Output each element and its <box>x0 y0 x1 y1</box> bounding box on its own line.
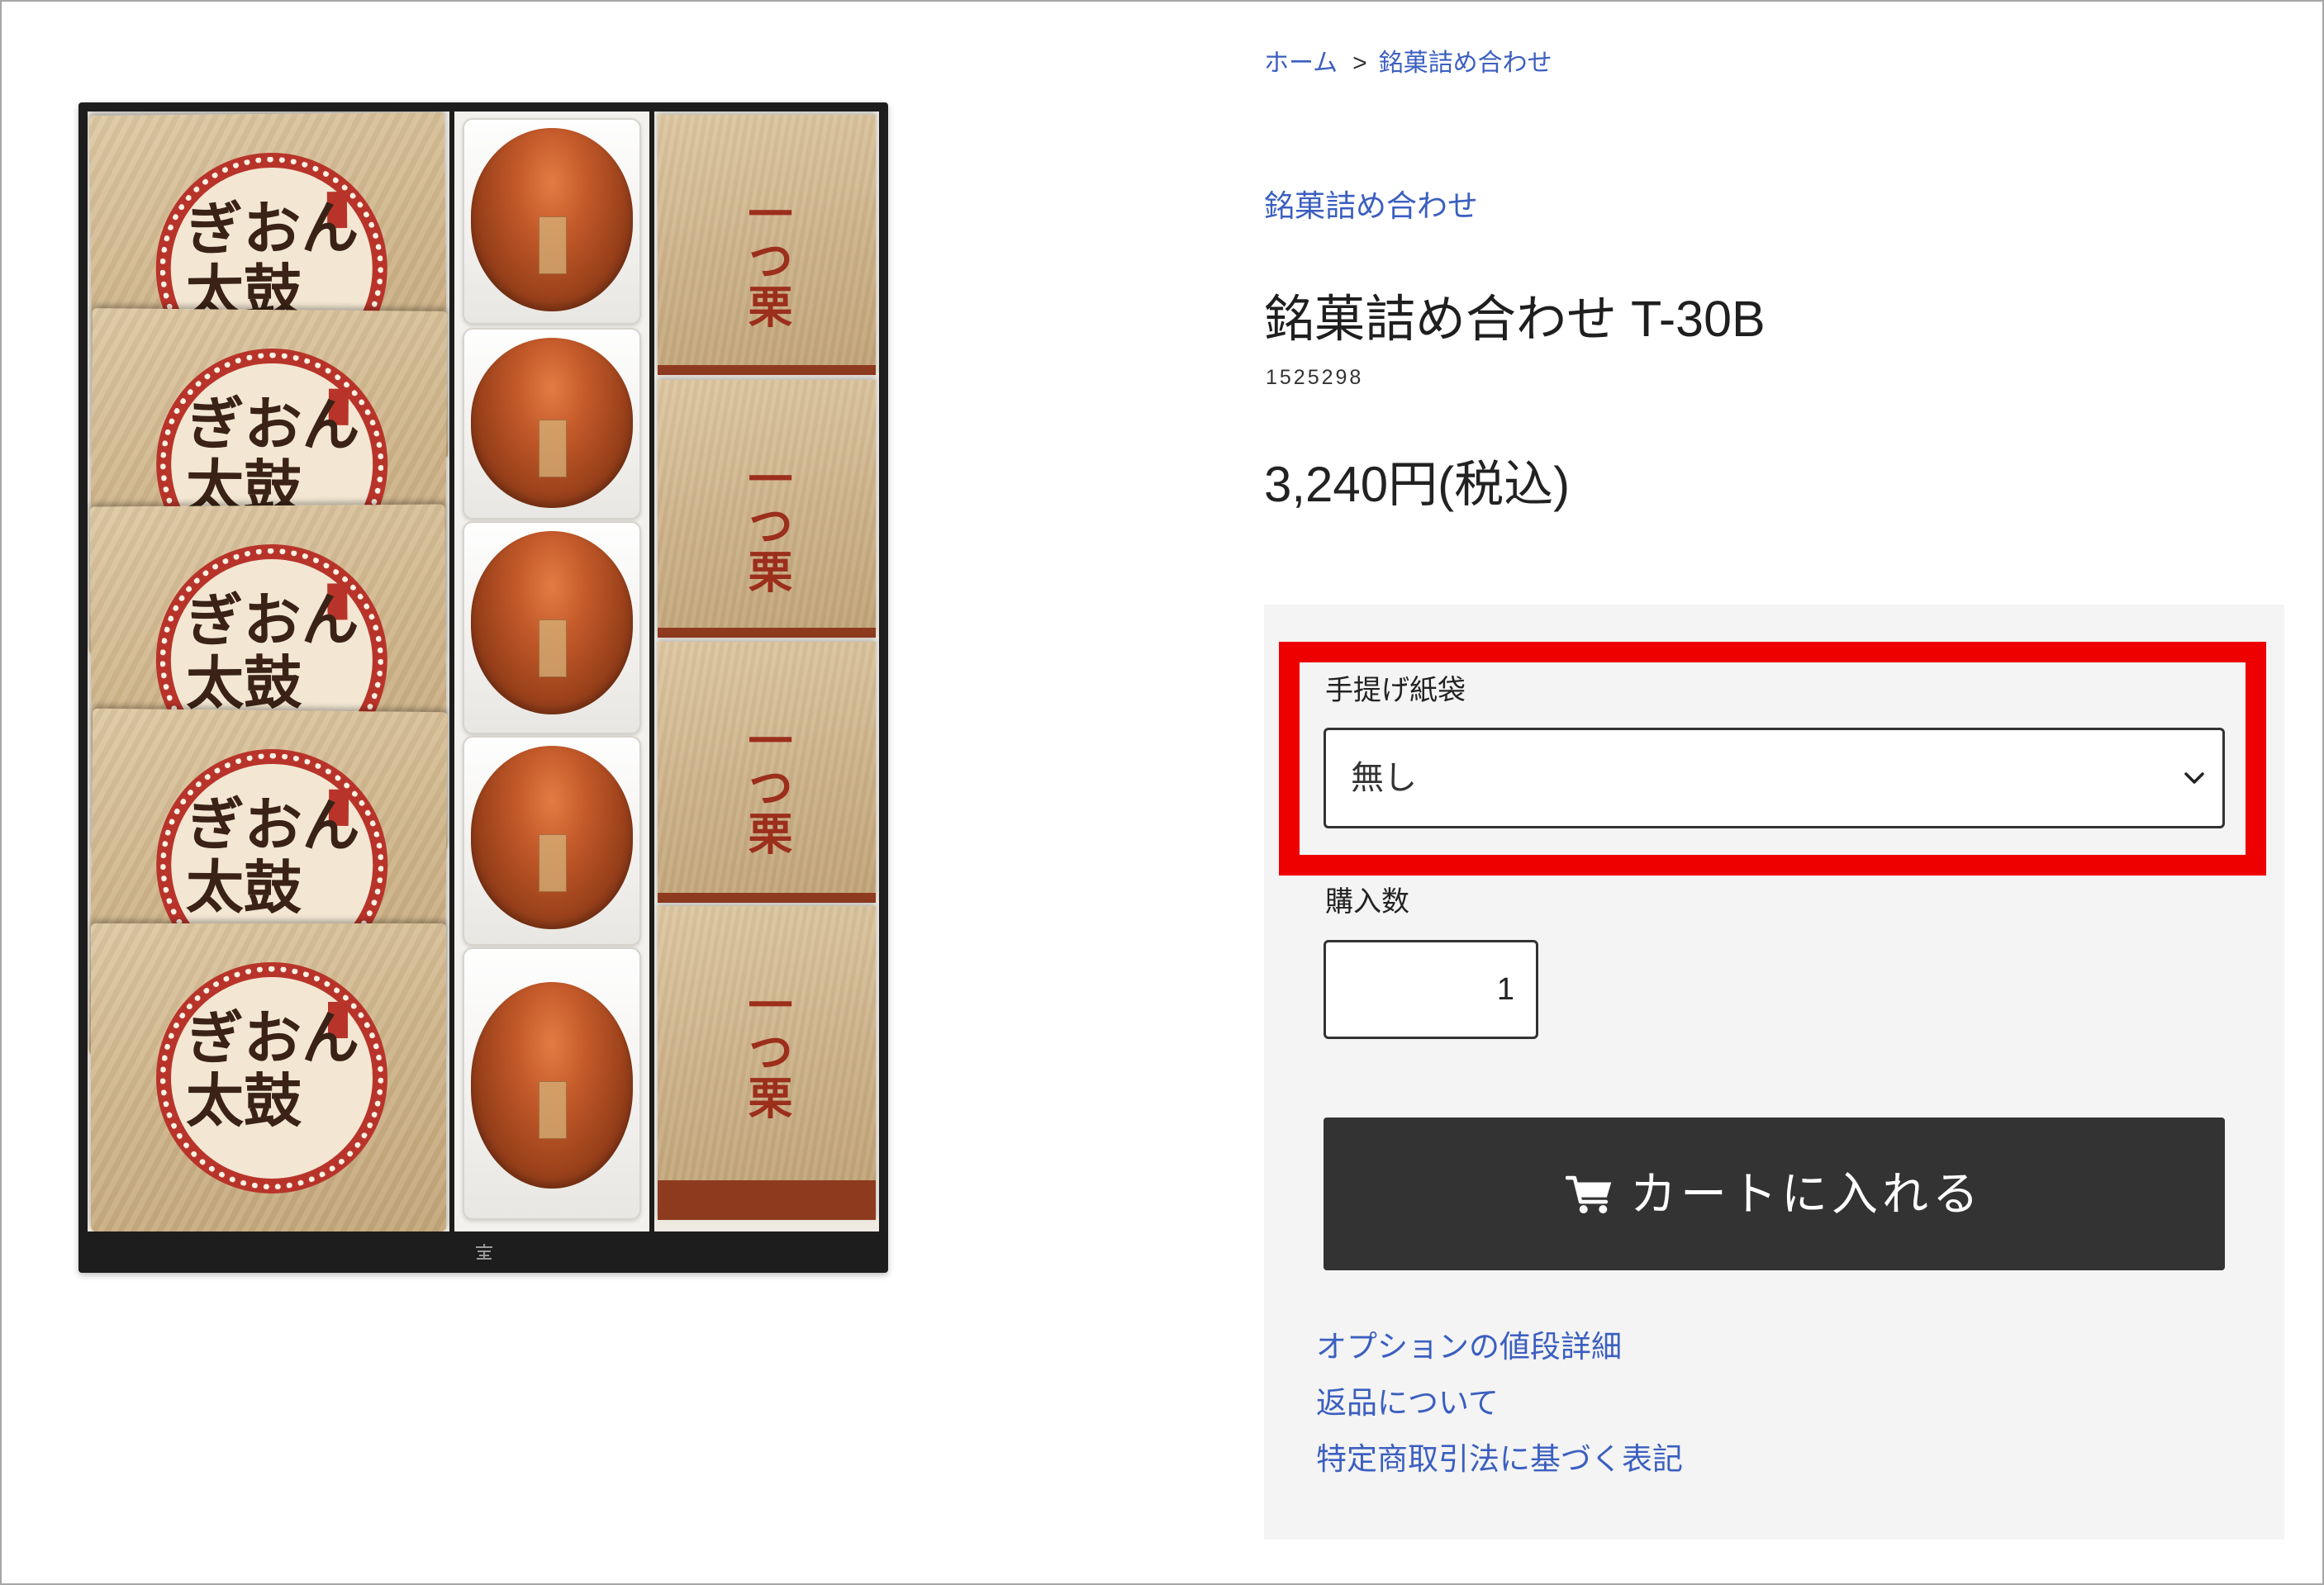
dorayaki-wrapper <box>463 118 641 325</box>
gion-daiko-lettering: ぎおん太鼓 <box>186 1004 359 1135</box>
gion-daiko-lettering: ぎおん太鼓 <box>185 389 360 521</box>
dorayaki-wrapper <box>463 521 641 734</box>
bag-option-select[interactable]: 無し <box>1324 728 2225 828</box>
breadcrumb-separator: > <box>1352 50 1367 77</box>
cart-icon <box>1566 1175 1612 1213</box>
quantity-input[interactable] <box>1324 940 1538 1039</box>
hitotsuguri-package: 一つ栗 <box>658 115 876 375</box>
dorayaki-wrapper <box>463 947 641 1220</box>
breadcrumb: ホーム > 銘菓詰め合わせ <box>1264 48 1552 79</box>
product-sku: 1525298 <box>1266 366 1364 389</box>
gion-daiko-package: ぎおん太鼓 <box>91 923 446 1231</box>
product-page: ぎおん太鼓 ぎおん太鼓 ぎおん太鼓 ぎおん太鼓 ぎおん太鼓 一つ栗 一つ栗 一つ… <box>0 0 2324 1585</box>
dorayaki <box>471 128 633 311</box>
dorayaki-label <box>539 833 567 892</box>
hitotsuguri-column: 一つ栗 一つ栗 一つ栗 一つ栗 <box>654 112 879 1231</box>
package-seal: ぎおん太鼓 <box>156 962 387 1193</box>
bag-option-value: 無し <box>1351 760 1417 796</box>
gion-daiko-lettering: ぎおん太鼓 <box>184 192 359 326</box>
add-to-cart-label: カートに入れる <box>1630 1167 1983 1220</box>
commercial-transactions-link[interactable]: 特定商取引法に基づく表記 <box>1316 1441 1683 1478</box>
hitotsuguri-package: 一つ栗 <box>658 642 876 903</box>
hitotsuguri-lettering: 一つ栗 <box>740 456 793 595</box>
dorayaki-wrapper <box>463 736 641 946</box>
product-price: 3,240円(税込) <box>1264 457 1571 512</box>
gion-daiko-lettering: ぎおん太鼓 <box>185 789 361 923</box>
dorayaki <box>471 982 633 1189</box>
dorayaki-label <box>539 1081 567 1139</box>
hitotsuguri-package: 一つ栗 <box>658 380 876 638</box>
dorayaki <box>471 338 633 508</box>
add-to-cart-button[interactable]: カートに入れる <box>1324 1118 2225 1270</box>
returns-link[interactable]: 返品について <box>1316 1385 1499 1421</box>
dorayaki <box>471 531 633 714</box>
quantity-label: 購入数 <box>1325 886 1409 918</box>
dorayaki-label <box>539 619 567 677</box>
gion-daiko-lettering: ぎおん太鼓 <box>185 585 359 718</box>
hitotsuguri-lettering: 一つ栗 <box>740 191 793 330</box>
dorayaki-label <box>539 216 567 274</box>
breadcrumb-current-link[interactable]: 銘菓詰め合わせ <box>1379 50 1552 77</box>
bag-option-label: 手提げ紙袋 <box>1325 675 1466 706</box>
category-link[interactable]: 銘菓詰め合わせ <box>1264 189 1478 224</box>
dorayaki <box>471 746 633 929</box>
gion-daiko-column: ぎおん太鼓 ぎおん太鼓 ぎおん太鼓 ぎおん太鼓 ぎおん太鼓 <box>88 112 449 1231</box>
option-price-details-link[interactable]: オプションの値段詳細 <box>1316 1329 1622 1365</box>
dorayaki-column <box>454 112 649 1231</box>
box-emblem-icon <box>476 1244 492 1260</box>
breadcrumb-home-link[interactable]: ホーム <box>1264 50 1338 77</box>
product-title: 銘菓詰め合わせ T-30B <box>1264 291 1766 347</box>
dorayaki-wrapper <box>463 328 641 520</box>
hitotsuguri-lettering: 一つ栗 <box>740 982 793 1121</box>
product-photo: ぎおん太鼓 ぎおん太鼓 ぎおん太鼓 ぎおん太鼓 ぎおん太鼓 一つ栗 一つ栗 一つ… <box>78 102 888 1273</box>
hitotsuguri-lettering: 一つ栗 <box>740 718 793 857</box>
chevron-down-icon <box>2184 772 2204 784</box>
purchase-panel: 手提げ紙袋 無し 購入数 カートに入れる オプションの値段詳細 返品について 特… <box>1264 605 2284 1540</box>
hitotsuguri-package: 一つ栗 <box>658 906 876 1220</box>
dorayaki-label <box>539 419 567 477</box>
